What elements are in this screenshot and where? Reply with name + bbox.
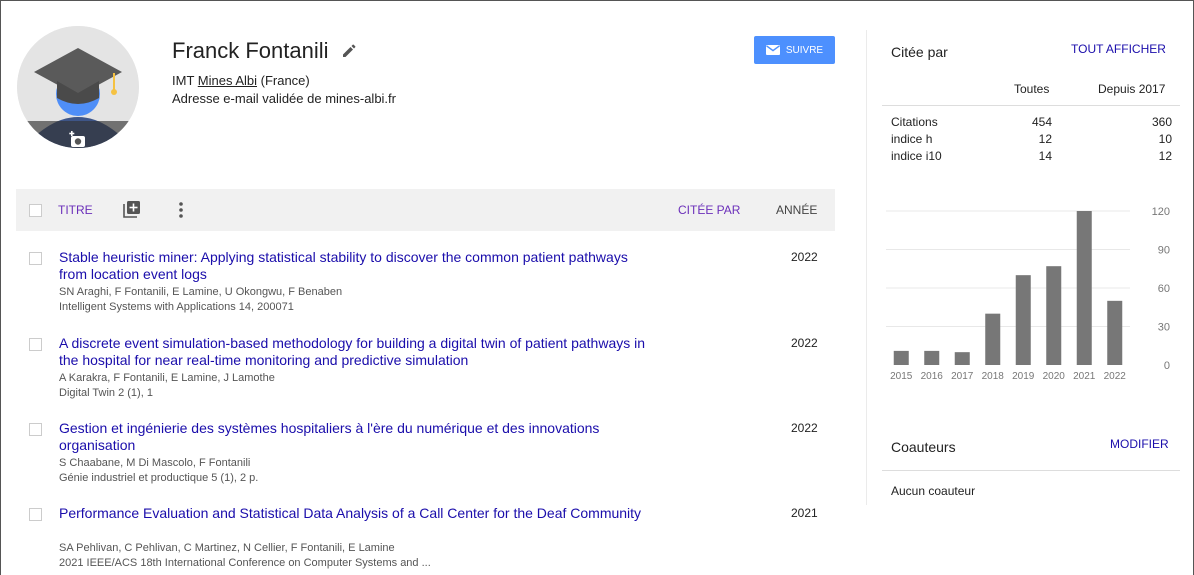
article-title-link[interactable]: Stable heuristic miner: Applying statist… <box>59 249 649 283</box>
chart-bar-2019[interactable] <box>1015 275 1031 365</box>
affiliation-link[interactable]: Mines Albi <box>198 73 257 88</box>
profile-name-row: Franck Fontanili <box>172 38 357 64</box>
chart-x-tick-label: 2021 <box>1073 371 1096 382</box>
follow-button[interactable]: SUIVRE <box>754 36 835 64</box>
chart-bar-2021[interactable] <box>1076 211 1092 365</box>
coauthors-title: Coauteurs <box>891 439 956 455</box>
stat-label: indice i10 <box>891 149 942 163</box>
article-venue: Génie industriel et productique 5 (1), 2… <box>59 472 259 484</box>
chart-y-tick-label: 30 <box>1158 322 1170 334</box>
window-frame-top <box>0 0 1194 1</box>
citations-chart: 0 30 60 90 120 2015 2016 2017 2018 2019 2020 2021 20… <box>886 206 1170 382</box>
chart-y-tick-label: 120 <box>1152 206 1170 218</box>
chart-y-tick-label: 90 <box>1158 245 1170 257</box>
envelope-icon <box>765 45 780 55</box>
select-all-checkbox[interactable] <box>29 204 42 217</box>
article-venue: 2021 IEEE/ACS 18th International Confere… <box>59 557 431 569</box>
stat-all: 454 <box>1031 115 1052 129</box>
profile-avatar[interactable] <box>17 26 139 148</box>
article-year: 2022 <box>791 421 818 435</box>
article-venue: Digital Twin 2 (1), 1 <box>59 387 153 399</box>
follow-button-label: SUIVRE <box>785 44 824 56</box>
article-year: 2022 <box>791 250 818 264</box>
coauthors-edit-link[interactable]: MODIFIER <box>1110 437 1169 451</box>
article-year: 2021 <box>791 506 818 520</box>
chart-x-tick-label: 2018 <box>982 371 1005 382</box>
profile-affiliation: IMT Mines Albi (France) <box>172 73 310 88</box>
article-authors: SN Araghi, F Fontanili, E Lamine, U Okon… <box>59 286 343 298</box>
sidebar-divider <box>866 30 867 505</box>
article-year: 2022 <box>791 336 818 350</box>
stat-row-i10-index: indice i10 14 12 <box>891 149 1172 165</box>
chart-bar-2020[interactable] <box>1046 266 1062 365</box>
camera-icon[interactable] <box>68 130 88 148</box>
row-checkbox[interactable] <box>29 338 42 351</box>
row-checkbox[interactable] <box>29 252 42 265</box>
sort-by-title[interactable]: TITRE <box>58 203 93 217</box>
stat-row-h-index: indice h 12 10 <box>891 132 1172 148</box>
chart-bar-2017[interactable] <box>954 352 970 365</box>
chart-x-tick-label: 2016 <box>921 371 944 382</box>
articles-table-header: TITRE CITÉE PAR ANNÉE <box>16 189 835 231</box>
chart-y-tick-label: 0 <box>1164 360 1170 372</box>
chart-bar-2022[interactable] <box>1107 300 1123 365</box>
stat-since: 10 <box>1158 132 1172 146</box>
chart-y-tick-label: 60 <box>1158 283 1170 295</box>
stats-header-since: Depuis 2017 <box>1098 82 1166 96</box>
sort-by-year[interactable]: ANNÉE <box>776 203 817 217</box>
sort-by-cited[interactable]: CITÉE PAR <box>678 203 740 217</box>
row-checkbox[interactable] <box>29 423 42 436</box>
article-authors: S Chaabane, M Di Mascolo, F Fontanili <box>59 457 251 469</box>
article-authors: SA Pehlivan, C Pehlivan, C Martinez, N C… <box>59 542 395 554</box>
stat-all: 12 <box>1038 132 1052 146</box>
chart-x-tick-label: 2019 <box>1012 371 1035 382</box>
coauthors-empty-text: Aucun coauteur <box>891 484 976 498</box>
article-title-link[interactable]: A discrete event simulation-based method… <box>59 335 649 369</box>
profile-email-note: Adresse e-mail validée de mines-albi.fr <box>172 91 396 106</box>
chart-x-tick-label: 2022 <box>1104 371 1127 382</box>
affiliation-suffix: (France) <box>257 73 310 88</box>
show-all-link[interactable]: TOUT AFFICHER <box>1071 42 1166 56</box>
chart-bar-2015[interactable] <box>893 350 909 365</box>
row-checkbox[interactable] <box>29 508 42 521</box>
stat-label: indice h <box>891 132 933 146</box>
chart-x-tick-label: 2015 <box>890 371 913 382</box>
profile-name: Franck Fontanili <box>172 38 329 63</box>
article-title-link[interactable]: Performance Evaluation and Statistical D… <box>59 505 649 522</box>
window-frame-left <box>0 0 1 575</box>
add-box-icon[interactable] <box>123 200 141 218</box>
article-authors: A Karakra, F Fontanili, E Lamine, J Lamo… <box>59 372 275 384</box>
stat-since: 12 <box>1158 149 1172 163</box>
stats-divider <box>882 105 1180 106</box>
affiliation-prefix: IMT <box>172 73 198 88</box>
chart-bar-2016[interactable] <box>924 350 940 365</box>
stat-since: 360 <box>1151 115 1172 129</box>
stat-row-citations: Citations 454 360 <box>891 115 1172 131</box>
article-venue: Intelligent Systems with Applications 14… <box>59 301 294 313</box>
more-vert-icon[interactable] <box>174 200 188 220</box>
stat-label: Citations <box>891 115 938 129</box>
chart-x-tick-label: 2017 <box>951 371 974 382</box>
article-title-link[interactable]: Gestion et ingénierie des systèmes hospi… <box>59 420 649 454</box>
chart-bar-2018[interactable] <box>985 313 1001 365</box>
stat-all: 14 <box>1038 149 1052 163</box>
chart-x-tick-label: 2020 <box>1043 371 1066 382</box>
coauthors-divider <box>882 470 1180 471</box>
stats-header-all: Toutes <box>1014 82 1050 96</box>
cited-by-title: Citée par <box>891 44 948 60</box>
pencil-icon[interactable] <box>341 43 357 59</box>
